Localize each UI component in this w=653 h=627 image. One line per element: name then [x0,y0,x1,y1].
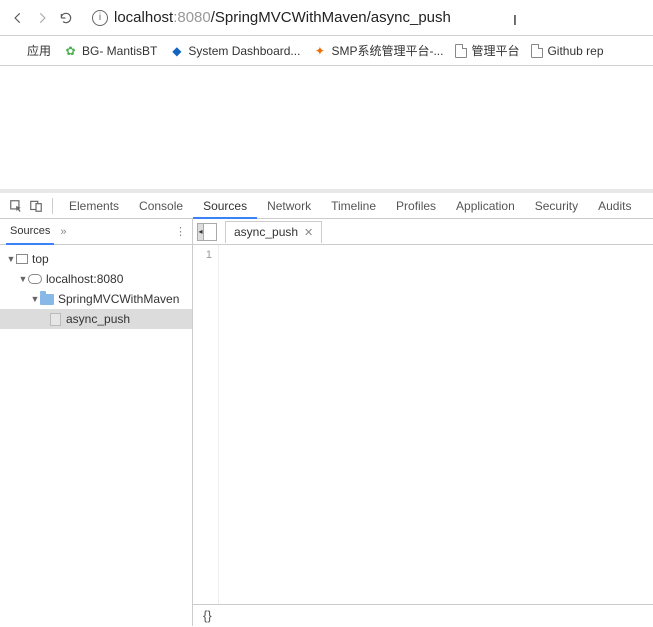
tree-host[interactable]: ▼ localhost:8080 [0,269,192,289]
cloud-icon [28,274,42,284]
caret-down-icon: ▼ [6,254,16,264]
line-number: 1 [193,249,212,261]
tab-timeline[interactable]: Timeline [321,193,386,219]
tab-application[interactable]: Application [446,193,525,219]
tab-audits[interactable]: Audits [588,193,641,219]
back-button[interactable] [6,6,30,30]
tab-security[interactable]: Security [525,193,588,219]
reload-button[interactable] [54,6,78,30]
toggle-navigator-icon[interactable]: ◂ [197,223,217,241]
code-editor[interactable]: 1 [193,245,653,604]
sources-main: ◂ async_push ✕ 1 {} [193,219,653,626]
tab-sources[interactable]: Sources [193,193,257,219]
forward-button[interactable] [30,6,54,30]
devtools-panel: Elements Console Sources Network Timelin… [0,193,653,626]
close-icon[interactable]: ✕ [304,226,313,239]
sidebar-tab-sources[interactable]: Sources [6,225,54,245]
smp-icon: ✦ [312,43,327,58]
tree-file[interactable]: async_push [0,309,192,329]
bookmark-label: Github rep [547,44,603,58]
address-input[interactable]: i localhost:8080/SpringMVCWithMaven/asyn… [86,4,647,32]
page-icon [531,44,543,58]
tab-elements[interactable]: Elements [59,193,129,219]
bookmark-smp[interactable]: ✦ SMP系统管理平台-... [312,42,443,59]
caret-down-icon: ▼ [30,294,40,304]
bookmark-github[interactable]: Github rep [531,44,603,58]
frame-icon [16,254,28,264]
mantis-icon: ✿ [63,43,78,58]
apps-grid-icon [8,43,23,58]
inspect-element-icon[interactable] [6,196,26,216]
address-bar: i localhost:8080/SpringMVCWithMaven/asyn… [0,0,653,36]
file-tab[interactable]: async_push ✕ [225,221,322,243]
page-icon [455,44,467,58]
bookmark-label: System Dashboard... [188,44,300,58]
line-gutter: 1 [193,245,219,604]
tree-label: async_push [66,312,130,326]
apps-shortcut[interactable]: 应用 [8,42,51,59]
tree-label: SpringMVCWithMaven [58,292,179,306]
bookmark-label: SMP系统管理平台-... [331,42,443,59]
apps-label: 应用 [27,42,51,59]
bookmarks-bar: 应用 ✿ BG- MantisBT ◆ System Dashboard... … [0,36,653,66]
bookmark-mantis[interactable]: ✿ BG- MantisBT [63,43,157,58]
pretty-print-icon[interactable]: {} [203,608,212,623]
caret-down-icon: ▼ [18,274,28,284]
url-host: localhost [114,9,173,26]
url-port: :8080 [173,9,211,26]
device-toolbar-icon[interactable] [26,196,46,216]
sources-sidebar: Sources » ⋮ ▼ top ▼ localhost:8080 ▼ [0,219,193,626]
chevron-right-icon[interactable]: » [60,226,66,238]
file-icon [50,313,61,326]
file-tab-bar: ◂ async_push ✕ [193,219,653,245]
bookmark-dashboard[interactable]: ◆ System Dashboard... [169,43,300,58]
tree-top[interactable]: ▼ top [0,249,192,269]
site-info-icon[interactable]: i [92,10,108,26]
bookmark-label: 管理平台 [471,42,519,59]
dashboard-icon: ◆ [169,43,184,58]
code-area[interactable] [219,245,653,604]
tree-label: top [32,252,49,266]
devtools-body: Sources » ⋮ ▼ top ▼ localhost:8080 ▼ [0,219,653,626]
text-cursor-icon: I [513,12,517,29]
bookmark-label: BG- MantisBT [82,44,157,58]
page-content [0,66,653,193]
tree-folder[interactable]: ▼ SpringMVCWithMaven [0,289,192,309]
more-options-icon[interactable]: ⋮ [175,225,186,238]
tab-profiles[interactable]: Profiles [386,193,446,219]
devtools-tabs: Elements Console Sources Network Timelin… [0,193,653,219]
sidebar-header: Sources » ⋮ [0,219,192,245]
tab-console[interactable]: Console [129,193,193,219]
file-tree: ▼ top ▼ localhost:8080 ▼ SpringMVCWithMa… [0,245,192,333]
editor-status-bar: {} [193,604,653,626]
tab-network[interactable]: Network [257,193,321,219]
file-tab-label: async_push [234,225,298,239]
bookmark-admin[interactable]: 管理平台 [455,42,519,59]
folder-icon [40,294,54,305]
tree-label: localhost:8080 [46,272,123,286]
url-path: /SpringMVCWithMaven/async_push [211,9,451,26]
